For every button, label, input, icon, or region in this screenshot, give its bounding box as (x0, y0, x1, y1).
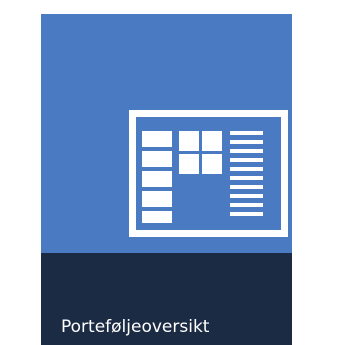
tile-label: Porteføljeoversikt (61, 317, 210, 337)
portfolio-overview-icon (129, 110, 288, 237)
portfolio-overview-tile[interactable]: Porteføljeoversikt (41, 14, 292, 345)
